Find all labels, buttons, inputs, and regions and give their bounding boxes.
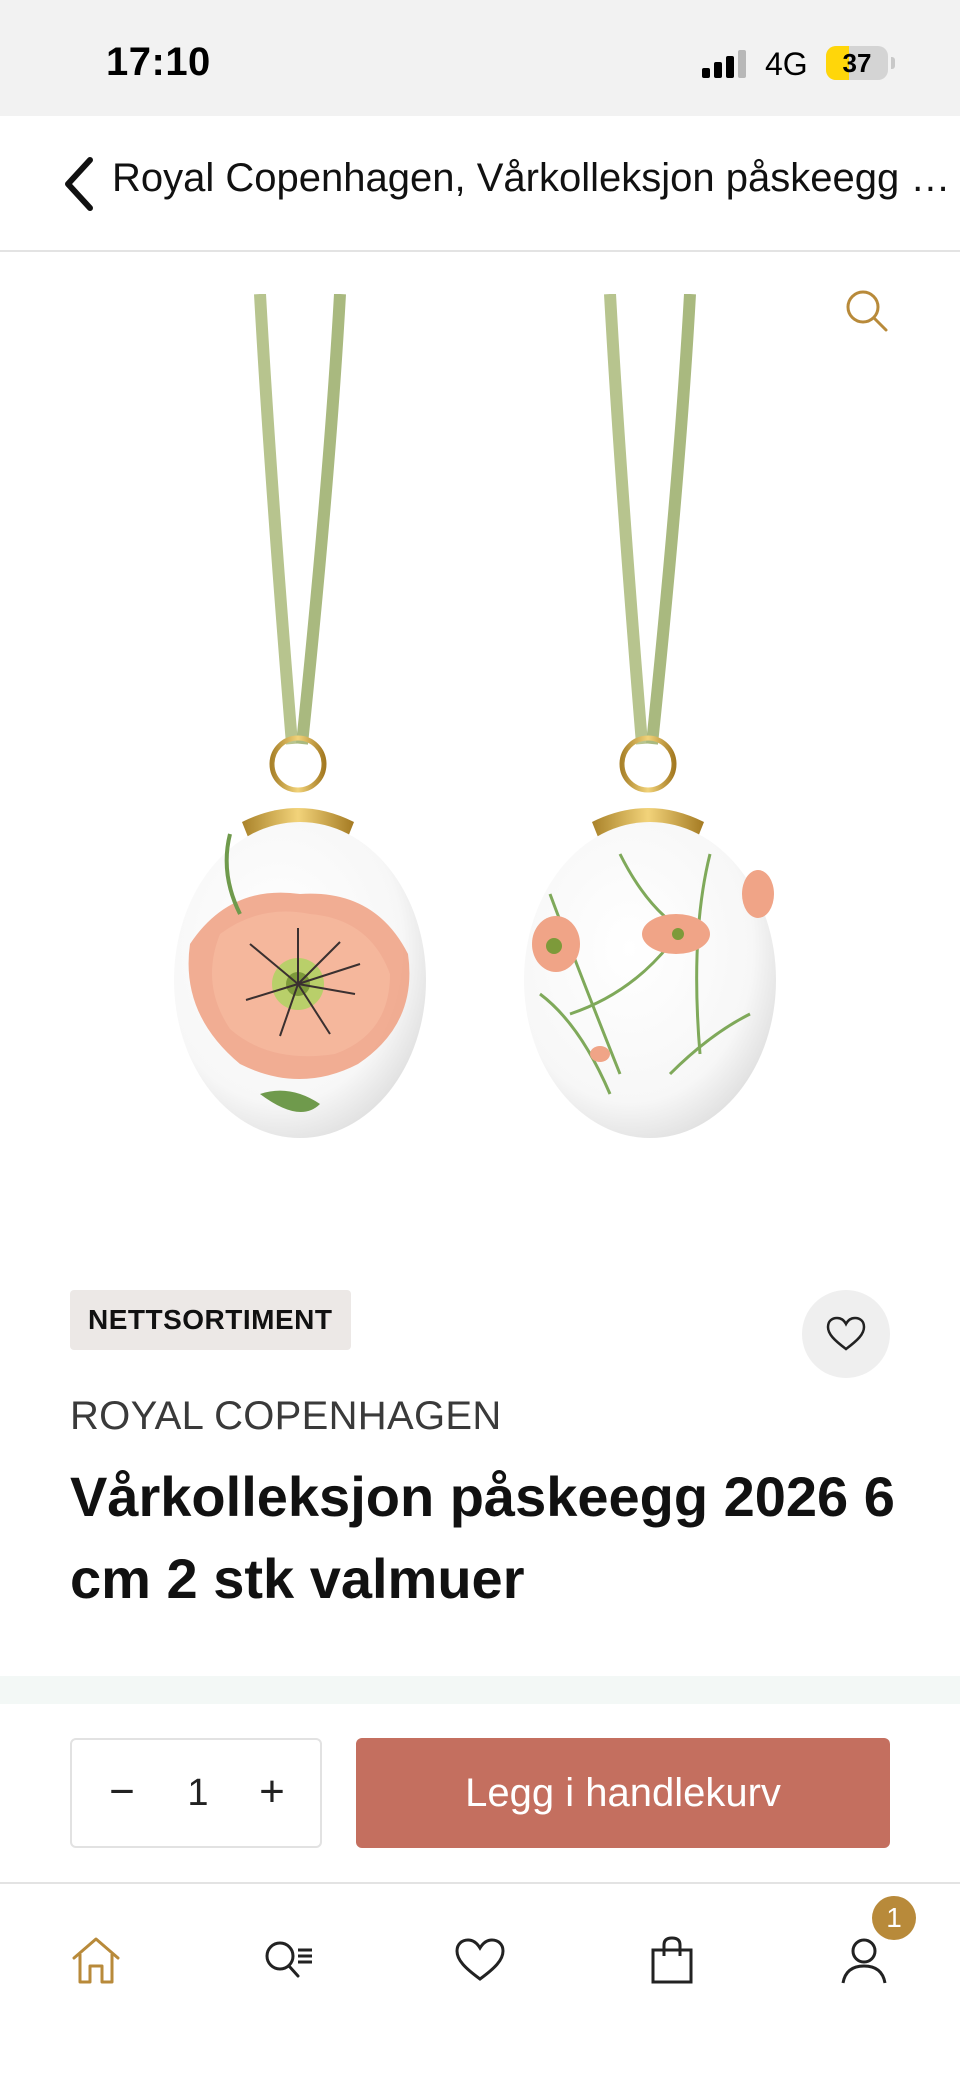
- divider-strip: [0, 1676, 960, 1704]
- quantity-value[interactable]: 1: [168, 1740, 228, 1846]
- nav-cart[interactable]: [632, 1920, 712, 2000]
- add-to-cart-button[interactable]: Legg i handlekurv: [356, 1738, 890, 1848]
- heart-icon: [826, 1316, 866, 1351]
- account-notification-badge: 1: [872, 1896, 916, 1940]
- favorite-button[interactable]: [802, 1290, 890, 1378]
- chevron-left-icon: [65, 157, 93, 211]
- quantity-stepper: − 1 +: [70, 1738, 322, 1848]
- page-header: Royal Copenhagen, Vårkolleksjon påskeegg…: [0, 116, 960, 252]
- battery-tip: [891, 57, 895, 69]
- status-time: 17:10: [106, 40, 211, 84]
- heart-icon: [455, 1938, 505, 1981]
- nav-favorites[interactable]: [440, 1920, 520, 2000]
- battery-level: 37: [842, 48, 872, 78]
- signal-strength-icon: [702, 50, 750, 78]
- home-icon: [72, 1937, 120, 1984]
- product-image-area[interactable]: [0, 254, 960, 1254]
- product-badge: NETTSORTIMENT: [70, 1290, 351, 1350]
- quantity-increase-button[interactable]: +: [242, 1740, 302, 1846]
- quantity-decrease-button[interactable]: −: [92, 1740, 152, 1846]
- shopping-bag-icon: [651, 1936, 693, 1984]
- nav-home[interactable]: [56, 1920, 136, 2000]
- nav-search[interactable]: [248, 1920, 328, 2000]
- page-title: Royal Copenhagen, Vårkolleksjon påskeegg…: [112, 156, 952, 200]
- zoom-button[interactable]: [840, 284, 896, 340]
- user-icon: [841, 1938, 887, 1984]
- bottom-navigation: 1: [0, 1882, 960, 2078]
- back-button[interactable]: [56, 152, 108, 216]
- network-type: 4G: [765, 46, 808, 82]
- product-title: Vårkolleksjon påskeegg 2026 6 cm 2 stk v…: [70, 1465, 895, 1610]
- status-bar: 17:10 4G 37: [0, 0, 960, 116]
- battery-icon: 37: [826, 46, 888, 80]
- brand-name[interactable]: ROYAL COPENHAGEN: [70, 1394, 502, 1439]
- search-list-icon: [265, 1941, 312, 1978]
- product-image: [174, 294, 776, 1138]
- search-icon: [846, 290, 888, 332]
